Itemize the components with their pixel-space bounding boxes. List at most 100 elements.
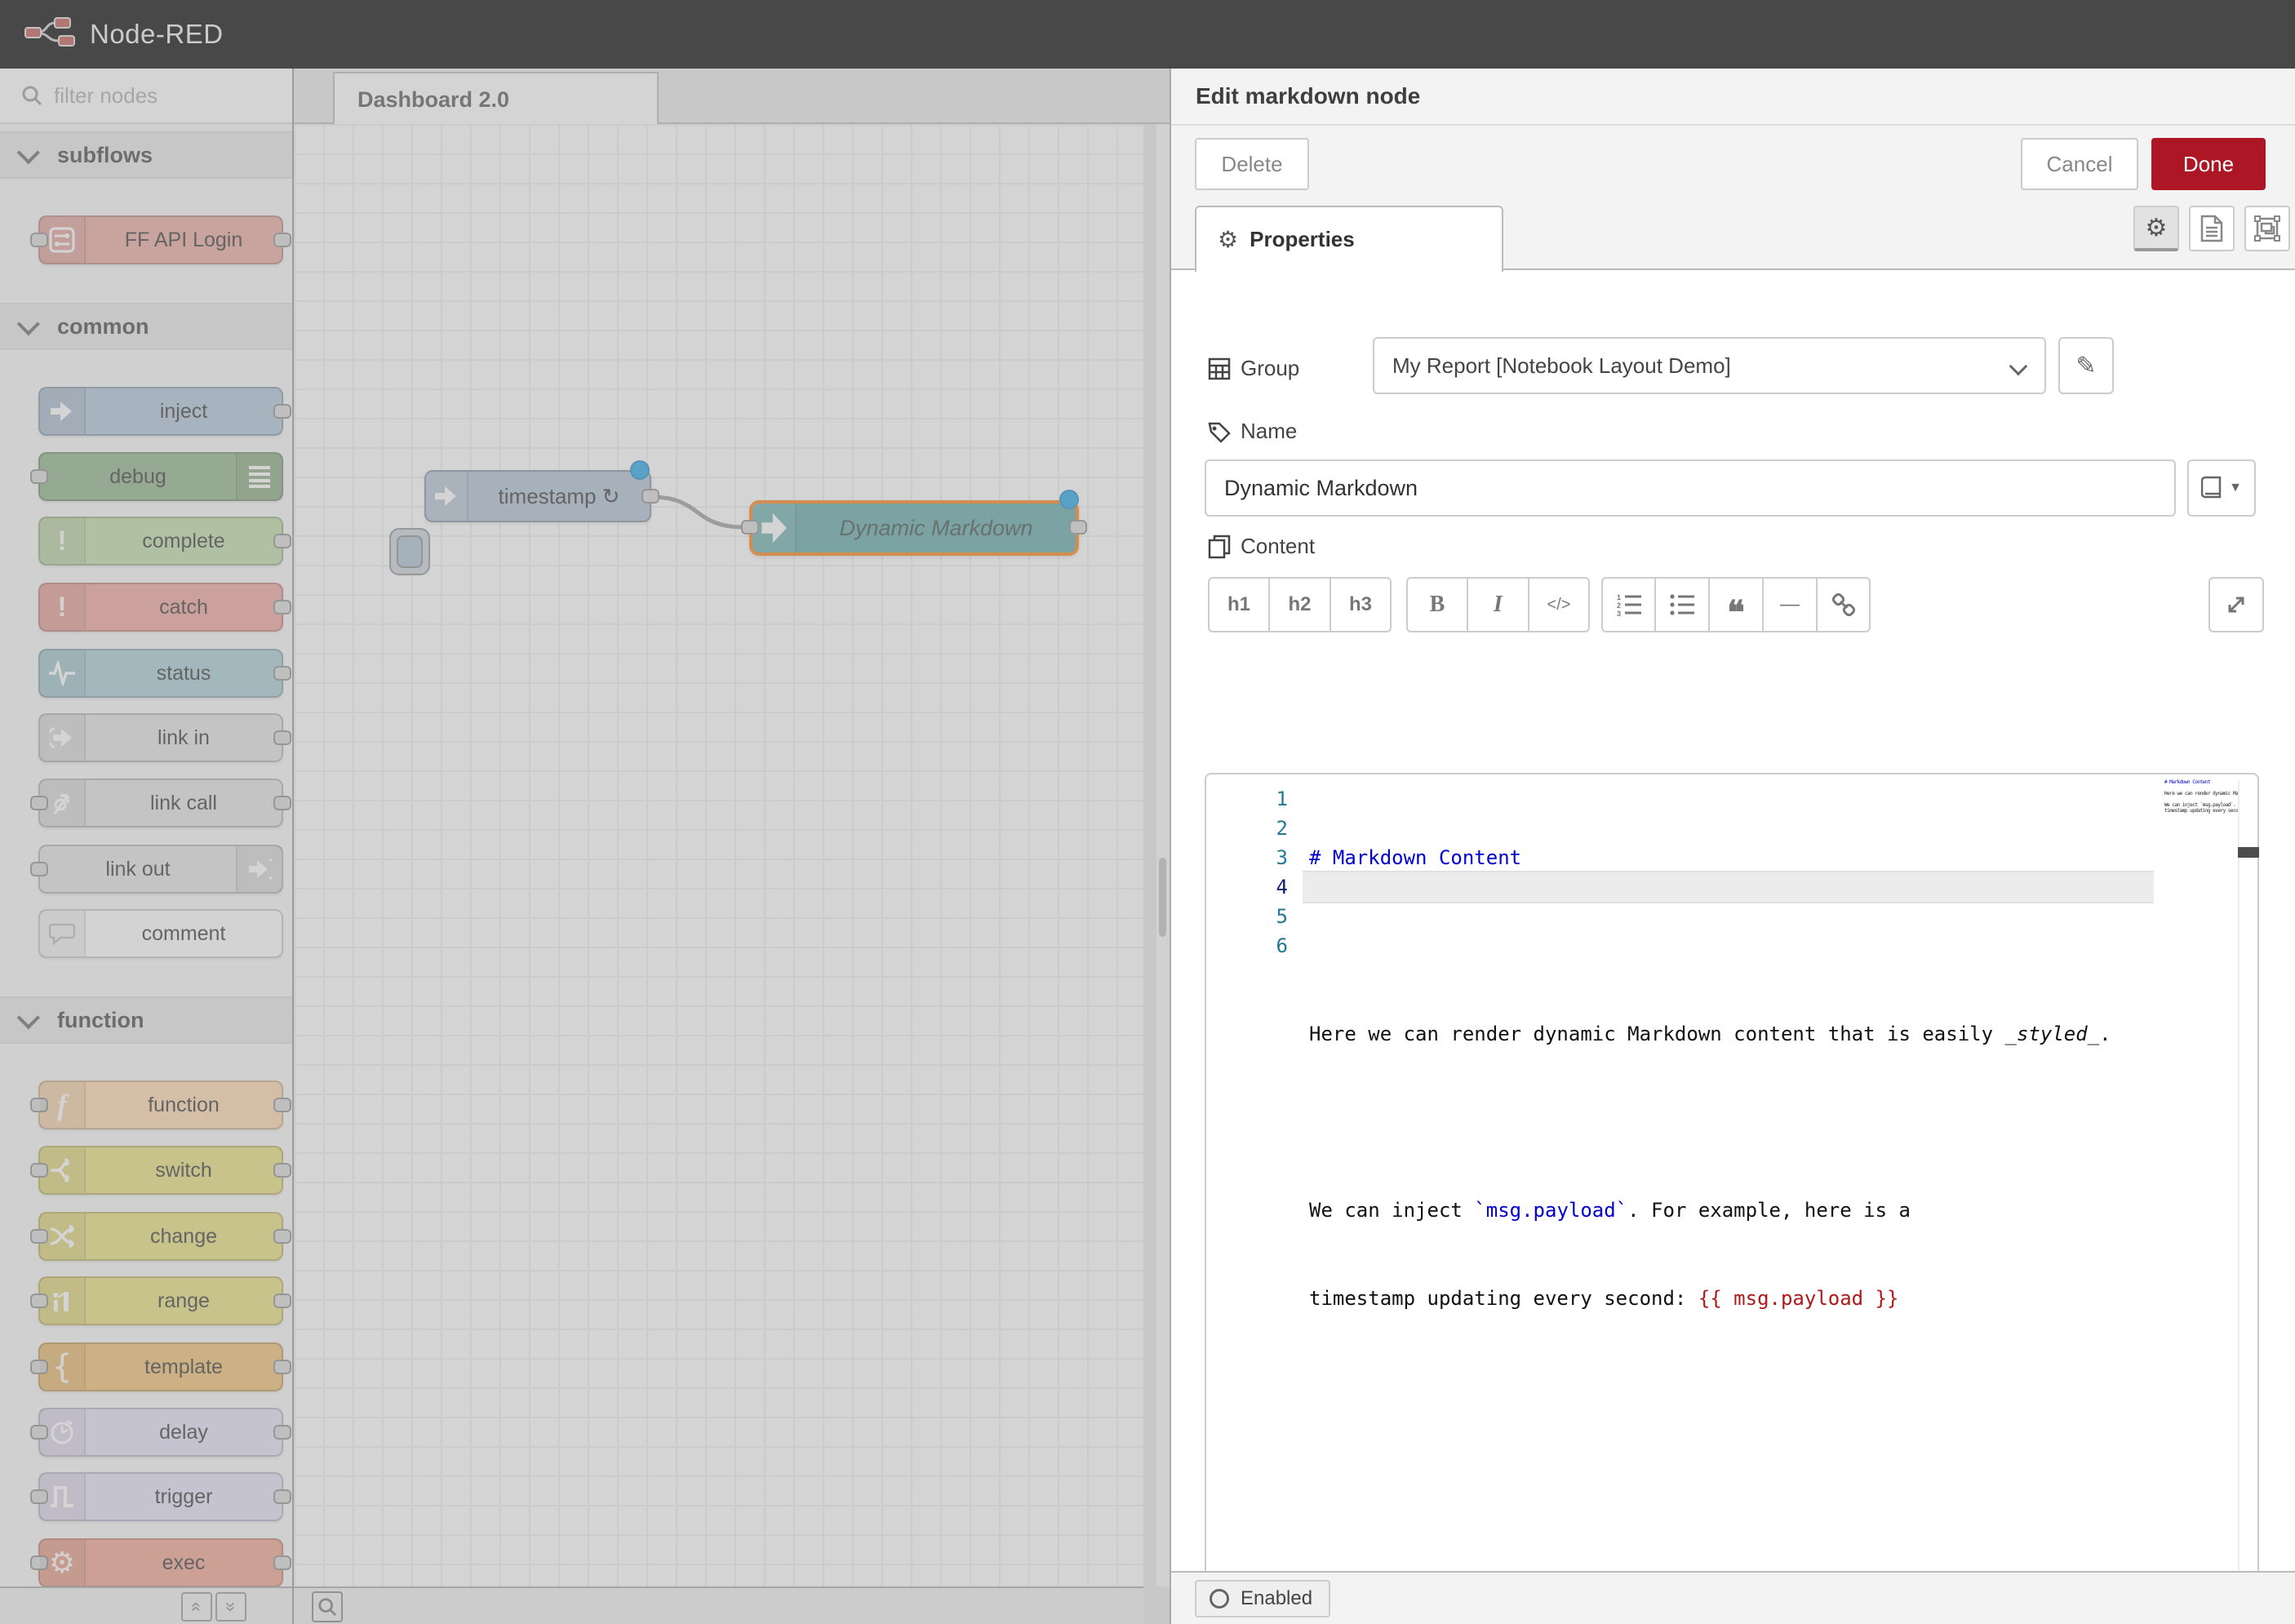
input-port[interactable] (741, 520, 759, 535)
bold-button[interactable]: B (1406, 577, 1467, 632)
palette-node-status[interactable]: status (38, 649, 283, 698)
comment-bubble-icon (40, 911, 86, 956)
editor-minimap[interactable]: # Markdown Content Here we can render dy… (2164, 779, 2240, 836)
svg-text:2: 2 (1617, 601, 1621, 610)
palette-node-catch[interactable]: ! catch (38, 583, 283, 632)
inject-run-button[interactable] (389, 528, 430, 575)
palette-node-trigger[interactable]: trigger (38, 1472, 283, 1521)
edit-group-button[interactable]: ✎ (2058, 337, 2114, 394)
name-docs-button[interactable]: ▼ (2187, 459, 2256, 517)
group-select[interactable]: My Report [Notebook Layout Demo] (1373, 337, 2046, 394)
palette-category-function[interactable]: function (0, 996, 292, 1044)
canvas-search-button[interactable] (312, 1591, 343, 1622)
palette-node-complete[interactable]: ! complete (38, 517, 283, 566)
link-out-icon (236, 846, 282, 892)
output-port (273, 233, 291, 247)
tab-appearance-button[interactable] (2244, 206, 2290, 251)
output-port (273, 1425, 291, 1440)
tab-properties-icon-button[interactable]: ⚙ (2133, 206, 2179, 251)
palette-node-range[interactable]: range (38, 1276, 283, 1325)
heading2-button[interactable]: h2 (1269, 577, 1330, 632)
horizontal-rule-button[interactable]: — (1763, 577, 1817, 632)
heading1-button[interactable]: h1 (1208, 577, 1269, 632)
heading3-button[interactable]: h3 (1330, 577, 1392, 632)
exclamation-icon: ! (40, 584, 86, 630)
palette-category-subflows[interactable]: subflows (0, 131, 292, 179)
output-port (273, 1293, 291, 1308)
expand-all-button[interactable]: » (215, 1592, 246, 1622)
gear-icon: ⚙ (2146, 214, 2168, 242)
template-brace-icon: { (40, 1344, 86, 1390)
content-field-label: Content (1208, 534, 1315, 559)
tray-tab-bar: ⚙ Properties ⚙ (1171, 200, 2295, 270)
expand-editor-button[interactable] (2208, 577, 2264, 632)
workspace-tab-bar: Dashboard 2.0 (294, 69, 1170, 124)
flow-canvas[interactable]: timestamp ↻ Dynamic Markdown (294, 124, 1143, 1586)
flow-node-timestamp[interactable]: timestamp ↻ (424, 470, 651, 522)
hr-icon: — (1780, 593, 1800, 616)
input-port (30, 796, 48, 810)
overview-cursor-marker (2238, 847, 2259, 858)
palette-node-inject[interactable]: inject (38, 387, 283, 436)
tab-dashboard-2[interactable]: Dashboard 2.0 (333, 72, 659, 126)
document-icon (2200, 215, 2223, 242)
flow-node-dynamic-markdown[interactable]: Dynamic Markdown (749, 500, 1079, 556)
code-line-6: timestamp updating every second: {{ msg.… (1309, 1284, 2111, 1313)
output-port[interactable] (641, 489, 659, 504)
collapse-all-button[interactable]: « (181, 1592, 212, 1622)
palette-node-comment[interactable]: comment (38, 909, 283, 958)
app-header: Node-RED (0, 0, 2295, 69)
code-button[interactable]: </> (1529, 577, 1590, 632)
cancel-button[interactable]: Cancel (2021, 138, 2138, 190)
palette-search[interactable] (0, 69, 292, 124)
link-button[interactable] (1817, 577, 1871, 632)
palette-node-link-out[interactable]: link out (38, 845, 283, 894)
scrollbar-thumb[interactable] (1159, 858, 1166, 937)
input-port (30, 1489, 48, 1504)
palette-node-switch[interactable]: switch (38, 1146, 283, 1195)
wire-timestamp-to-markdown[interactable] (651, 497, 744, 527)
palette-node-debug[interactable]: debug (38, 452, 283, 501)
output-port (273, 666, 291, 681)
tray-toolbar: Delete Cancel Done (1171, 124, 2295, 200)
chevron-down-icon (17, 313, 40, 335)
palette-node-ff-api-login[interactable]: FF API Login (38, 215, 283, 264)
markdown-code-editor[interactable]: 1 2 3 4 5 6 # Markdown Content Here we c… (1205, 773, 2259, 1624)
tab-description-button[interactable] (2189, 206, 2235, 251)
table-grid-icon (1208, 357, 1231, 380)
palette-node-exec[interactable]: ⚙ exec (38, 1538, 283, 1587)
blockquote-button[interactable]: ❝ (1709, 577, 1763, 632)
svg-text:3: 3 (1617, 610, 1621, 616)
palette-node-change[interactable]: change (38, 1212, 283, 1261)
italic-button[interactable]: I (1467, 577, 1529, 632)
input-port (30, 1229, 48, 1244)
done-button[interactable]: Done (2151, 138, 2266, 190)
gear-icon: ⚙ (1218, 226, 1238, 253)
code-content[interactable]: # Markdown Content Here we can render dy… (1309, 784, 2111, 1372)
palette-node-link-call[interactable]: link call (38, 779, 283, 828)
markdown-widget-icon (752, 504, 797, 552)
function-f-icon: f (40, 1082, 86, 1128)
palette-node-template[interactable]: { template (38, 1342, 283, 1391)
unordered-list-button[interactable] (1655, 577, 1709, 632)
ordered-list-button[interactable]: 123 (1601, 577, 1655, 632)
palette-category-common[interactable]: common (0, 303, 292, 350)
input-port (30, 1425, 48, 1440)
chevron-down-icon (17, 141, 40, 164)
output-port (273, 534, 291, 548)
output-port[interactable] (1069, 520, 1087, 535)
node-red-logo-icon (24, 16, 78, 52)
input-port (30, 469, 48, 484)
palette-node-function[interactable]: f function (38, 1080, 283, 1129)
inject-arrow-icon (40, 388, 86, 434)
link-chain-icon (1832, 593, 1855, 616)
palette-node-link-in[interactable]: link in (38, 713, 283, 762)
canvas-vertical-scrollbar[interactable] (1156, 124, 1170, 1586)
palette-node-delay[interactable]: delay (38, 1408, 283, 1457)
enabled-toggle-button[interactable]: Enabled (1195, 1580, 1330, 1617)
delete-button[interactable]: Delete (1195, 138, 1309, 190)
palette-filter-input[interactable] (54, 83, 266, 109)
name-input[interactable] (1205, 459, 2176, 517)
tab-properties[interactable]: ⚙ Properties (1195, 206, 1503, 272)
gear-icon: ⚙ (40, 1540, 86, 1586)
